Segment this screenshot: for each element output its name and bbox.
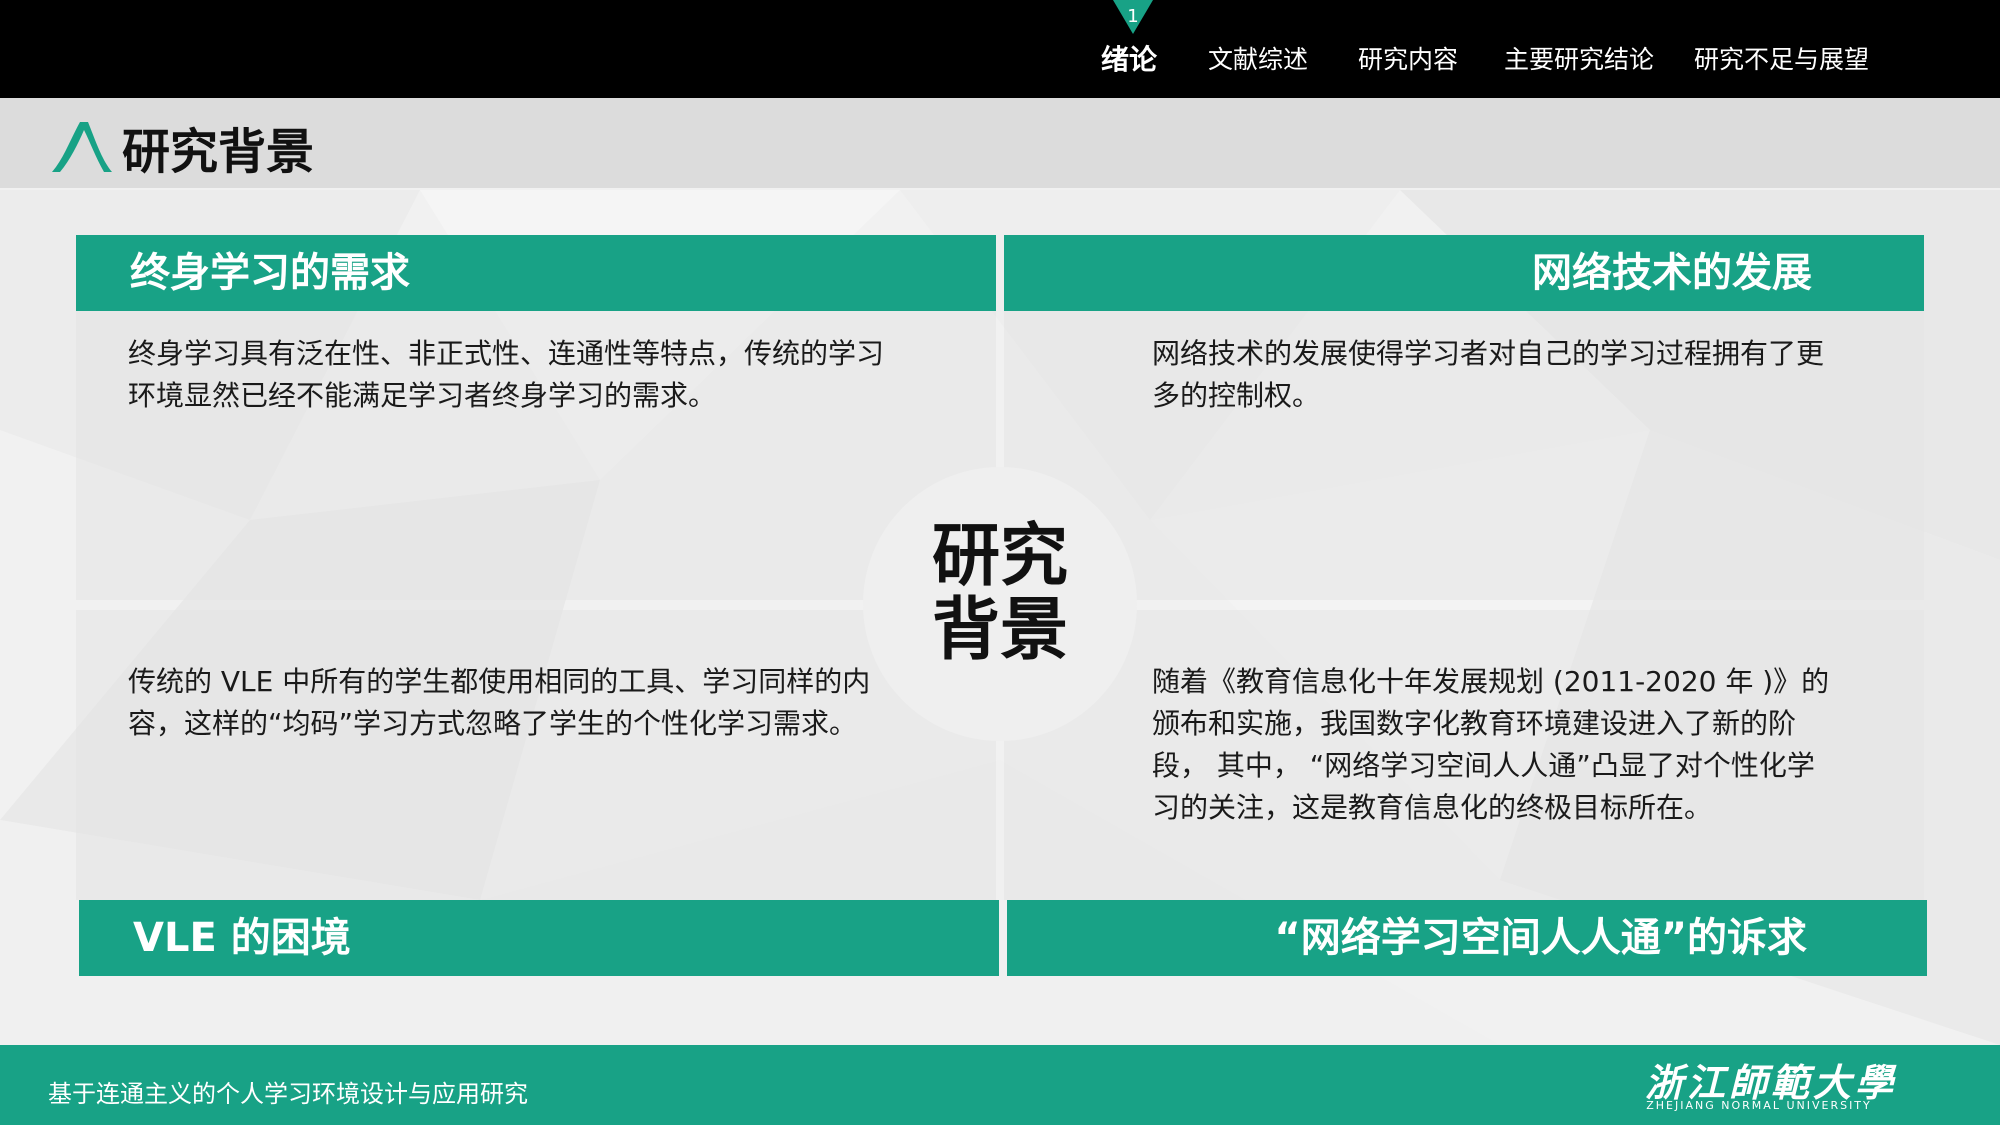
footer-title: 基于连通主义的个人学习环境设计与应用研究 xyxy=(48,1080,528,1108)
heading-vle-dilemma: VLE 的困境 xyxy=(79,900,999,976)
nav-item-limitations-outlook[interactable]: 研究不足与展望 xyxy=(1694,40,1869,76)
nav-item-research-content[interactable]: 研究内容 xyxy=(1358,40,1458,76)
university-logo-english: ZHEJIANG NORMAL UNIVERSITY xyxy=(1646,1099,1872,1112)
nav-item-main-conclusions[interactable]: 主要研究结论 xyxy=(1504,40,1654,76)
nav-item-literature-review[interactable]: 文献综述 xyxy=(1208,40,1308,76)
body-lifelong-learning: 终身学习具有泛在性、非正式性、连通性等特点，传统的学习环境显然已经不能满足学习者… xyxy=(128,337,885,412)
center-label-line-1: 研究 xyxy=(931,517,1068,596)
body-network-space-demand: 随着《教育信息化十年发展规划 (2011-2020 年 )》的颁布和实施，我国数… xyxy=(1152,665,1830,824)
green-arch-logo-icon xyxy=(52,122,112,172)
heading-network-space-demand: “网络学习空间人人通”的诉求 xyxy=(1007,900,1927,976)
page-title: 研究背景 xyxy=(122,124,315,180)
center-label: 研究 背景 xyxy=(863,520,1137,668)
heading-lifelong-learning: 终身学习的需求 xyxy=(76,235,996,311)
nav-item-intro[interactable]: 绪论 xyxy=(1101,38,1157,78)
nav-marker-number: 1 xyxy=(1127,6,1139,27)
heading-network-technology: 网络技术的发展 xyxy=(1004,235,1924,311)
center-label-line-2: 背景 xyxy=(931,591,1068,670)
body-network-technology: 网络技术的发展使得学习者对自己的学习过程拥有了更多的控制权。 xyxy=(1152,337,1825,412)
quadrant-bottom-left xyxy=(76,610,996,900)
body-vle-dilemma: 传统的 VLE 中所有的学生都使用相同的工具、学习同样的内容，这样的“均码”学习… xyxy=(128,665,871,740)
